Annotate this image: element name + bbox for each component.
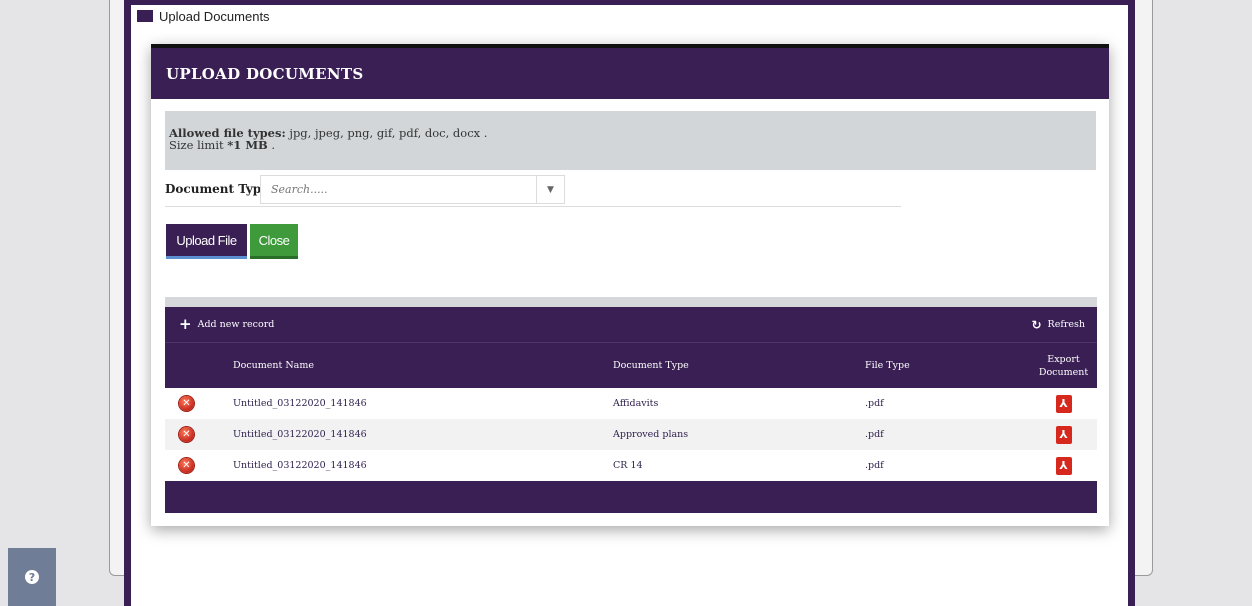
size-limit-prefix: Size limit <box>169 138 228 152</box>
window-title: Upload Documents <box>137 5 270 27</box>
upload-file-button[interactable]: Upload File <box>166 224 247 259</box>
file-type-cell: .pdf <box>865 460 884 471</box>
document-type-row: Document Type ▼ <box>165 175 901 207</box>
document-type-label: Document Type <box>165 182 269 196</box>
document-name-cell: Untitled_03122020_141846 <box>233 460 367 471</box>
close-button[interactable]: Close <box>250 224 298 259</box>
document-name-cell: Untitled_03122020_141846 <box>233 429 367 440</box>
modal-header: UPLOAD DOCUMENTS <box>151 44 1109 99</box>
question-circle-icon: ? <box>25 570 39 584</box>
table-row: ✕ Untitled_03122020_141846 Approved plan… <box>165 419 1097 450</box>
modal-title: UPLOAD DOCUMENTS <box>166 64 364 83</box>
delete-icon[interactable]: ✕ <box>179 396 194 411</box>
column-header-file-type[interactable]: File Type <box>865 343 1030 388</box>
column-header-document-name[interactable]: Document Name <box>233 343 613 388</box>
delete-column-header <box>165 343 233 388</box>
upload-documents-modal: UPLOAD DOCUMENTS Allowed file types: jpg… <box>151 44 1109 526</box>
allowed-types-value: jpg, jpeg, png, gif, pdf, doc, docx . <box>285 126 488 140</box>
grid-toolbar: + Add new record ↻ Refresh <box>165 307 1097 343</box>
pdf-icon[interactable]: ⅄ <box>1055 425 1072 444</box>
document-type-cell: CR 14 <box>613 460 643 471</box>
documents-grid: + Add new record ↻ Refresh Document Name… <box>165 297 1097 513</box>
file-type-cell: .pdf <box>865 398 884 409</box>
delete-icon[interactable]: ✕ <box>179 458 194 473</box>
export-header-line1: Export <box>1047 353 1080 365</box>
add-new-record-label: Add new record <box>197 319 275 330</box>
add-new-record-button[interactable]: + Add new record <box>179 317 274 332</box>
refresh-button[interactable]: ↻ Refresh <box>1031 318 1085 332</box>
window-title-text: Upload Documents <box>159 8 270 24</box>
plus-icon: + <box>179 315 192 333</box>
refresh-label: Refresh <box>1047 319 1085 330</box>
refresh-icon: ↻ <box>1031 317 1042 332</box>
document-type-select[interactable]: ▼ <box>260 175 565 204</box>
file-info-box: Allowed file types: jpg, jpeg, png, gif,… <box>165 111 1096 170</box>
document-type-search-input[interactable] <box>261 176 536 203</box>
document-type-cell: Affidavits <box>613 398 659 409</box>
chevron-down-icon[interactable]: ▼ <box>536 176 564 203</box>
window-icon <box>137 10 153 22</box>
table-row: ✕ Untitled_03122020_141846 CR 14 .pdf ⅄ <box>165 450 1097 481</box>
size-limit-value: *1 MB <box>227 138 268 152</box>
delete-icon[interactable]: ✕ <box>179 427 194 442</box>
pdf-icon[interactable]: ⅄ <box>1055 456 1072 475</box>
column-header-document-type[interactable]: Document Type <box>613 343 865 388</box>
table-header-row: Document Name Document Type File Type Ex… <box>165 343 1097 388</box>
size-limit-suffix: . <box>267 138 276 152</box>
document-type-cell: Approved plans <box>613 429 689 440</box>
table-row: ✕ Untitled_03122020_141846 Affidavits .p… <box>165 388 1097 419</box>
documents-table: Document Name Document Type File Type Ex… <box>165 343 1097 481</box>
grid-footer <box>165 481 1097 513</box>
pdf-icon[interactable]: ⅄ <box>1055 394 1072 413</box>
document-name-cell: Untitled_03122020_141846 <box>233 398 367 409</box>
help-button[interactable]: ? <box>8 548 56 606</box>
column-header-export-document[interactable]: Export Document <box>1030 343 1097 388</box>
export-header-line2: Document <box>1038 366 1089 378</box>
file-type-cell: .pdf <box>865 429 884 440</box>
